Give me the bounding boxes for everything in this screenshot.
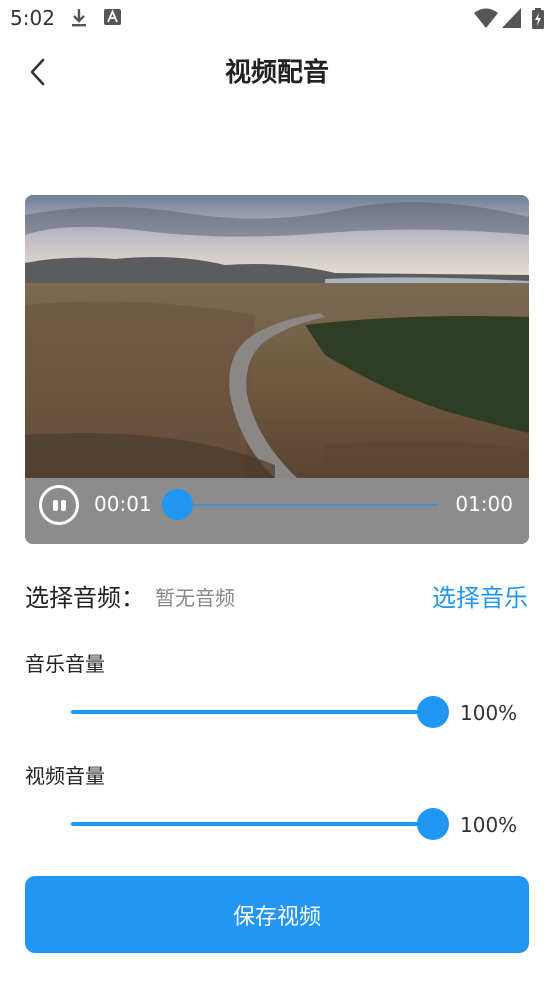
music-volume-thumb[interactable] [417, 696, 449, 728]
video-volume-thumb[interactable] [417, 808, 449, 840]
pause-circle-icon [53, 500, 58, 511]
save-video-button[interactable]: 保存视频 [25, 876, 529, 953]
font-a-icon [104, 9, 121, 25]
video-volume-track[interactable] [71, 822, 433, 826]
music-volume-label: 音乐音量 [25, 652, 105, 676]
page-title: 视频配音 [224, 58, 329, 88]
cell-signal-icon [502, 8, 521, 28]
pause-bar [61, 500, 66, 511]
music-volume-track[interactable] [71, 710, 433, 714]
choose-music-link[interactable]: 选择音乐 [432, 578, 528, 613]
status-time: 5:02 [10, 6, 55, 30]
wifi-icon [474, 8, 498, 28]
video-volume-label: 视频音量 [25, 764, 105, 788]
battery-charging-icon [532, 8, 544, 29]
video-player[interactable]: 00:01 01:00 [25, 195, 529, 544]
seek-track[interactable] [178, 504, 438, 506]
total-time: 01:00 [455, 492, 513, 516]
select-audio-label: 选择音频： [25, 584, 145, 612]
video-controls: 00:01 01:00 [25, 478, 529, 544]
status-bar: 5:02 [0, 0, 554, 36]
video-volume-percent: 100% [460, 813, 518, 837]
pause-button[interactable] [39, 485, 79, 525]
video-frame[interactable] [25, 195, 529, 478]
download-icon [72, 9, 86, 27]
selected-audio-value: 暂无音频 [155, 586, 235, 610]
current-time: 00:01 [94, 492, 152, 516]
seek-thumb[interactable] [162, 489, 193, 520]
music-volume-percent: 100% [460, 701, 518, 725]
